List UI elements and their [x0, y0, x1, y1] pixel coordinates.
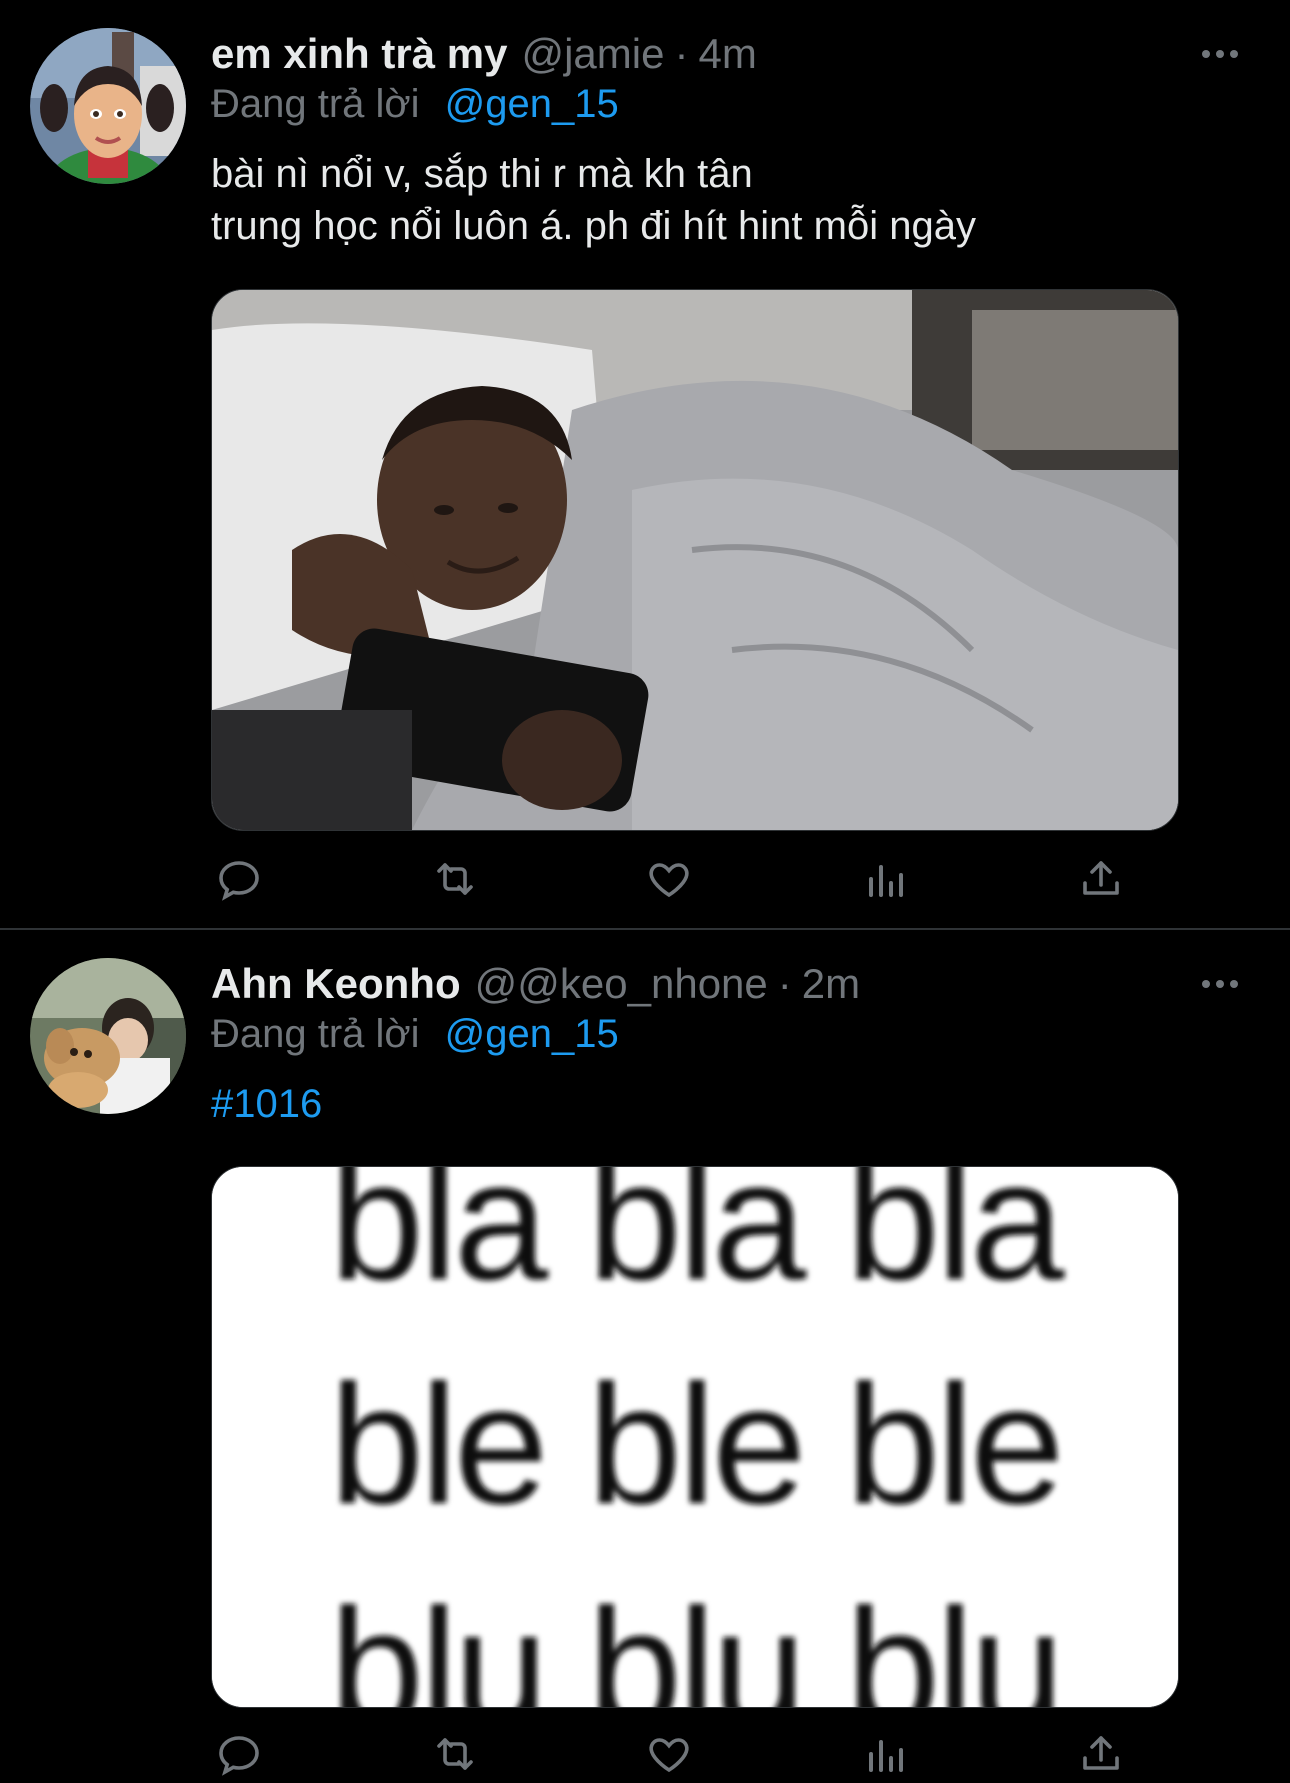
man-in-bed-with-phone-photo-icon	[212, 290, 1178, 830]
tweet[interactable]: em xinh trà my @jamie · 4m Đang trả lời …	[0, 0, 1290, 930]
display-name[interactable]: Ahn Keonho	[211, 960, 461, 1008]
user-handle[interactable]: @jamie	[521, 30, 664, 78]
tweet-text-line: bài nì nổi v, sắp thi r mà kh tân	[211, 152, 753, 196]
more-dot	[1202, 980, 1210, 988]
replying-to-label: Đang trả lời	[211, 1012, 420, 1056]
tweet-actions	[211, 851, 1177, 907]
person-with-plush-toy-avatar-icon	[30, 958, 186, 1114]
meme-text-line: bla bla bla	[329, 1167, 1064, 1316]
replying-to: Đang trả lời @gen_15	[211, 1012, 619, 1057]
tweet-media-image[interactable]: bla bla bla ble ble ble blu blu blu	[211, 1166, 1179, 1708]
share-icon[interactable]	[1073, 851, 1129, 907]
timeline-feed: em xinh trà my @jamie · 4m Đang trả lời …	[0, 0, 1290, 1783]
tweet-text: #1016	[211, 1078, 1211, 1130]
retweet-icon[interactable]	[427, 851, 483, 907]
views-icon[interactable]	[857, 1726, 913, 1782]
tweet-header: em xinh trà my @jamie · 4m	[211, 28, 757, 80]
timestamp[interactable]: 4m	[698, 30, 756, 78]
meme-text-line: ble ble ble	[329, 1350, 1060, 1540]
cartoon-girl-avatar-icon	[30, 28, 186, 184]
avatar[interactable]	[30, 28, 186, 184]
avatar[interactable]	[30, 958, 186, 1114]
share-icon[interactable]	[1073, 1726, 1129, 1782]
tweet-actions	[211, 1726, 1177, 1782]
hashtag-link[interactable]: #1016	[211, 1078, 1211, 1130]
display-name[interactable]: em xinh trà my	[211, 30, 507, 78]
more-dot	[1202, 50, 1210, 58]
more-dot	[1230, 980, 1238, 988]
replying-to: Đang trả lời @gen_15	[211, 82, 619, 127]
tweet-media-image[interactable]	[211, 289, 1179, 831]
user-handle[interactable]: @@keo_nhone	[475, 960, 768, 1008]
reply-icon[interactable]	[211, 1726, 267, 1782]
retweet-icon[interactable]	[427, 1726, 483, 1782]
separator-dot: ·	[674, 30, 689, 77]
views-icon[interactable]	[857, 851, 913, 907]
like-icon[interactable]	[641, 1726, 697, 1782]
tweet[interactable]: Ahn Keonho @@keo_nhone · 2m Đang trả lời…	[0, 930, 1290, 1783]
tweet-text-line: trung học nổi luôn á. ph đi hít hint mỗi…	[211, 204, 976, 248]
tweet-header: Ahn Keonho @@keo_nhone · 2m	[211, 958, 860, 1010]
replying-to-label: Đang trả lời	[211, 82, 420, 126]
like-icon[interactable]	[641, 851, 697, 907]
more-icon[interactable]	[1192, 36, 1248, 72]
blurred-text-meme-image-icon: bla bla bla ble ble ble blu blu blu	[212, 1167, 1178, 1707]
reply-to-handle-link[interactable]: @gen_15	[445, 1012, 619, 1056]
more-dot	[1216, 50, 1224, 58]
separator-dot: ·	[777, 960, 792, 1007]
tweet-text: bài nì nổi v, sắp thi r mà kh tân trung …	[211, 148, 1211, 252]
reply-to-handle-link[interactable]: @gen_15	[445, 82, 619, 126]
more-icon[interactable]	[1192, 966, 1248, 1002]
timestamp[interactable]: 2m	[802, 960, 860, 1008]
meme-text-line: blu blu blu	[329, 1574, 1060, 1707]
reply-icon[interactable]	[211, 851, 267, 907]
more-dot	[1216, 980, 1224, 988]
more-dot	[1230, 50, 1238, 58]
